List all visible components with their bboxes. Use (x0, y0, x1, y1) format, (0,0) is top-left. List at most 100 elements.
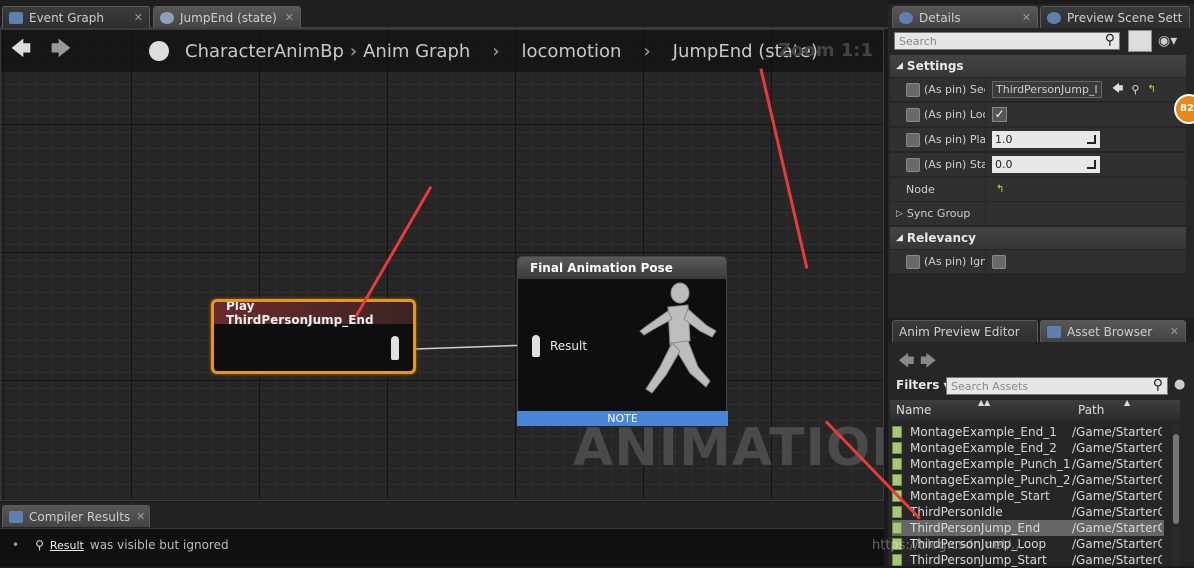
asset-path: /Game/StarterCo (1072, 473, 1162, 487)
compiler-tab-bar: Compiler Results ✕ (0, 502, 884, 528)
tab-compiler-results[interactable]: Compiler Results ✕ (2, 505, 150, 527)
back-arrow-icon[interactable]: 🡄 (898, 350, 915, 377)
pin-checkbox[interactable] (906, 254, 920, 269)
node-title: Final Animation Pose (518, 257, 726, 279)
pose-input-pin-icon[interactable] (532, 335, 540, 357)
asset-path: /Game/StarterCo (1072, 537, 1162, 551)
tab-anim-preview-editor[interactable]: Anim Preview Editor (892, 320, 1038, 342)
result-link[interactable]: Result (50, 539, 84, 552)
asset-path: /Game/StarterCo (1072, 521, 1162, 535)
close-icon[interactable]: ✕ (134, 11, 143, 24)
search-icon: ⚲ (1104, 32, 1115, 48)
asset-name: ThirdPersonJump_End (910, 521, 1041, 535)
property-label: (As pin) Ignc (924, 255, 985, 268)
asset-path: /Game/StarterCo (1072, 441, 1162, 455)
message-text: was visible but ignored (89, 538, 229, 552)
eye-icon[interactable]: ◉▾ (1158, 33, 1177, 49)
pose-output-pin-icon[interactable] (391, 336, 399, 360)
details-search-input[interactable]: Search ⚲ (894, 32, 1120, 50)
pin-checkbox[interactable] (906, 82, 920, 97)
asset-search-input[interactable]: Search Assets ⚲ (946, 377, 1168, 395)
mannequin-icon (639, 282, 717, 394)
asset-path: /Game/StarterCo (1072, 553, 1162, 567)
property-row: (As pin) Star 0.0 (890, 153, 1186, 177)
sort-icon: ▲ (1124, 398, 1131, 407)
anim-sequence-icon (892, 442, 902, 454)
tab-asset-browser[interactable]: Asset Browser ✕ (1040, 320, 1186, 342)
result-label: Result (550, 339, 588, 353)
compiler-message: • ⚲ Result was visible but ignored (12, 538, 229, 552)
graph-canvas[interactable]: 🡄 🡆 CharacterAnimBp › Anim Graph › locom… (0, 29, 884, 501)
asset-path: /Game/StarterCo (1072, 505, 1162, 519)
sort-icon: ▲▲ (978, 398, 991, 407)
search-icon: ⚲ (1152, 377, 1163, 393)
note-bar[interactable]: NOTE (517, 411, 728, 426)
tab-label: Preview Scene Sett (1067, 10, 1183, 25)
loop-checkbox[interactable]: ✓ (992, 107, 1007, 122)
graph-icon (9, 11, 23, 24)
property-label: (As pin) Star (924, 158, 986, 171)
asset-name: MontageExample_End_2 (910, 441, 1057, 455)
scrollbar[interactable] (1172, 424, 1180, 566)
expand-icon: ▷ (896, 208, 903, 219)
tab-event-graph[interactable]: Event Graph ✕ (2, 6, 150, 28)
column-path[interactable]: Path (1078, 403, 1104, 417)
asset-name: MontageExample_End_1 (910, 425, 1057, 439)
play-animation-node[interactable]: Play ThirdPersonJump_End (211, 299, 416, 374)
asset-row[interactable]: MontageExample_Punch_1/Game/StarterCo (892, 456, 1164, 472)
browse-icon[interactable]: ⚲ (1131, 83, 1139, 96)
relevancy-header[interactable]: ◢ Relevancy (890, 227, 1186, 249)
grid-view-icon[interactable] (1128, 30, 1152, 52)
tab-label: Anim Preview Editor (899, 324, 1020, 339)
column-name[interactable]: Name (896, 403, 931, 417)
asset-row[interactable]: MontageExample_End_1/Game/StarterCo (892, 424, 1164, 440)
asset-path: /Game/StarterCo (1072, 489, 1162, 503)
close-icon[interactable]: ✕ (1022, 11, 1031, 24)
search-icon: ⚲ (35, 538, 44, 552)
property-label: Sync Group (906, 207, 971, 220)
ignore-checkbox[interactable] (992, 254, 1006, 269)
search-placeholder: Search Assets (951, 380, 1029, 393)
tab-details[interactable]: Details ✕ (892, 6, 1038, 28)
sync-group-row[interactable]: ▷ Sync Group (890, 202, 1186, 226)
section-title: Settings (906, 59, 964, 73)
asset-row[interactable]: MontageExample_Punch_2/Game/StarterCo (892, 472, 1164, 488)
pin-checkbox[interactable] (906, 107, 920, 122)
asset-row[interactable]: MontageExample_Start/Game/StarterCo (892, 488, 1164, 504)
pin-checkbox[interactable] (906, 132, 920, 147)
close-icon[interactable]: ✕ (136, 510, 145, 523)
play-rate-field[interactable]: 1.0 (992, 131, 1100, 148)
sequence-dropdown[interactable]: ThirdPersonJump_I (992, 81, 1102, 98)
asset-row[interactable]: ThirdPersonIdle/Game/StarterCo (892, 504, 1164, 520)
collapse-icon: ◢ (896, 61, 903, 71)
asset-name: ThirdPersonJump_Start (910, 553, 1047, 567)
tab-jump-end[interactable]: JumpEnd (state) ✕ (153, 6, 301, 28)
settings-header[interactable]: ◢ Settings (890, 55, 1186, 77)
asset-row[interactable]: MontageExample_End_2/Game/StarterCo (892, 440, 1164, 456)
tab-label: Asset Browser (1067, 324, 1153, 339)
asset-name: MontageExample_Punch_1 (910, 457, 1070, 471)
filters-button[interactable]: Filters ▾ (896, 378, 950, 392)
asset-row[interactable]: ThirdPersonJump_End/Game/StarterCo (892, 520, 1164, 536)
property-label: (As pin) Play (924, 133, 986, 146)
close-icon[interactable]: ✕ (285, 11, 294, 24)
info-icon (899, 11, 913, 24)
anim-sequence-icon (892, 506, 902, 518)
start-position-field[interactable]: 0.0 (992, 156, 1100, 173)
pin-checkbox[interactable] (906, 157, 920, 172)
tab-preview-scene[interactable]: Preview Scene Sett (1040, 6, 1190, 28)
close-icon[interactable]: ✕ (1170, 325, 1179, 338)
state-icon (160, 11, 174, 24)
user-icon[interactable]: ● (1174, 377, 1185, 392)
use-selected-icon[interactable]: 🡄 (1112, 80, 1123, 99)
anim-sequence-icon (892, 554, 902, 566)
anim-sequence-icon (892, 458, 902, 470)
forward-arrow-icon[interactable]: 🡆 (920, 350, 937, 377)
anim-sequence-icon (892, 474, 902, 486)
section-title: Relevancy (906, 231, 976, 245)
reset-icon[interactable]: ↰ (996, 184, 1004, 195)
final-pose-node[interactable]: Final Animation Pose Result (517, 256, 727, 426)
property-label: (As pin) Loo (924, 108, 986, 121)
property-row: (As pin) Ignc (890, 250, 1186, 274)
reset-icon[interactable]: ↰ (1147, 84, 1155, 95)
